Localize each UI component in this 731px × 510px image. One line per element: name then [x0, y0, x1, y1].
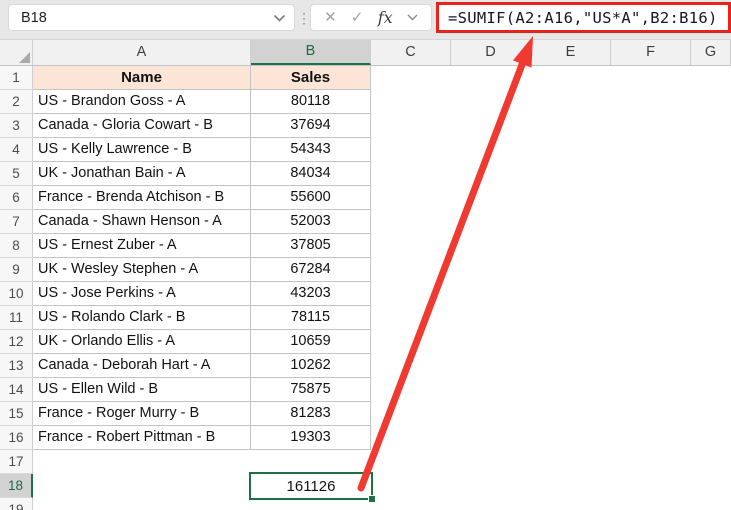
cell-B1-sales-header[interactable]: Sales [251, 66, 371, 90]
table-row: US - Rolando Clark - B 78115 [33, 306, 371, 330]
formula-bar-handle-icon[interactable]: ⋮ [297, 9, 311, 29]
fill-handle[interactable] [368, 495, 376, 503]
cell-B11[interactable]: 78115 [251, 306, 371, 330]
column-header-A[interactable]: A [33, 40, 251, 65]
row-header-9[interactable]: 9 [0, 258, 33, 282]
column-header-row: ABCDEFG [0, 40, 731, 66]
table-row: France - Brenda Atchison - B 55600 [33, 186, 371, 210]
formula-input[interactable]: =SUMIF(A2:A16,"US*A",B2:B16) [436, 2, 731, 33]
enter-icon[interactable]: ✓ [351, 10, 364, 25]
row-header-12[interactable]: 12 [0, 330, 33, 354]
cell-A6[interactable]: France - Brenda Atchison - B [33, 186, 251, 210]
cell-A9[interactable]: UK - Wesley Stephen - A [33, 258, 251, 282]
cell-B16[interactable]: 19303 [251, 426, 371, 450]
column-header-E[interactable]: E [531, 40, 611, 65]
cell-B7[interactable]: 52003 [251, 210, 371, 234]
data-table: Name Sales US - Brandon Goss - A 80118 Canad… [33, 66, 371, 450]
cell-B2[interactable]: 80118 [251, 90, 371, 114]
table-row: Canada - Gloria Cowart - B 37694 [33, 114, 371, 138]
name-box-value: B18 [21, 9, 47, 26]
cell-A2[interactable]: US - Brandon Goss - A [33, 90, 251, 114]
column-header-F[interactable]: F [611, 40, 691, 65]
name-box[interactable]: B18 [8, 4, 295, 31]
cell-B15[interactable]: 81283 [251, 402, 371, 426]
row-header-6[interactable]: 6 [0, 186, 33, 210]
cell-A11[interactable]: US - Rolando Clark - B [33, 306, 251, 330]
cell-A13[interactable]: Canada - Deborah Hart - A [33, 354, 251, 378]
select-all-triangle-icon [19, 52, 30, 63]
column-header-B[interactable]: B [251, 40, 371, 65]
column-header-G[interactable]: G [691, 40, 731, 65]
row-header-19[interactable]: 19 [0, 498, 33, 510]
formula-bar-strip: B18 ⋮ ✕ ✓ fx =SUMIF(A2:A16,"US*A",B2:B16… [0, 0, 731, 40]
cell-B12[interactable]: 10659 [251, 330, 371, 354]
table-row: US - Jose Perkins - A 43203 [33, 282, 371, 306]
column-header-C[interactable]: C [371, 40, 451, 65]
table-row: France - Robert Pittman - B 19303 [33, 426, 371, 450]
row-header-15[interactable]: 15 [0, 402, 33, 426]
formula-text: =SUMIF(A2:A16,"US*A",B2:B16) [448, 8, 718, 27]
cell-A12[interactable]: UK - Orlando Ellis - A [33, 330, 251, 354]
row-header-17[interactable]: 17 [0, 450, 33, 474]
cell-A1-name-header[interactable]: Name [33, 66, 251, 90]
cell-B13[interactable]: 10262 [251, 354, 371, 378]
table-row: France - Roger Murry - B 81283 [33, 402, 371, 426]
cell-A8[interactable]: US - Ernest Zuber - A [33, 234, 251, 258]
table-row: Name Sales [33, 66, 371, 90]
formula-bar-buttons: ✕ ✓ fx [310, 4, 432, 31]
row-header-18[interactable]: 18 [0, 474, 33, 498]
row-header-10[interactable]: 10 [0, 282, 33, 306]
selected-cell-value: 161126 [286, 477, 336, 495]
selected-cell-B18[interactable]: 161126 [249, 472, 376, 503]
cell-A3[interactable]: Canada - Gloria Cowart - B [33, 114, 251, 138]
cell-A4[interactable]: US - Kelly Lawrence - B [33, 138, 251, 162]
cell-A14[interactable]: US - Ellen Wild - B [33, 378, 251, 402]
table-row: Canada - Deborah Hart - A 10262 [33, 354, 371, 378]
cell-B5[interactable]: 84034 [251, 162, 371, 186]
table-row: UK - Wesley Stephen - A 67284 [33, 258, 371, 282]
column-header-D[interactable]: D [451, 40, 531, 65]
excel-window: B18 ⋮ ✕ ✓ fx =SUMIF(A2:A16,"US*A",B2:B16… [0, 0, 731, 510]
row-header-16[interactable]: 16 [0, 426, 33, 450]
row-header-4[interactable]: 4 [0, 138, 33, 162]
table-row: US - Ernest Zuber - A 37805 [33, 234, 371, 258]
row-header-1[interactable]: 1 [0, 66, 33, 90]
table-row: US - Kelly Lawrence - B 54343 [33, 138, 371, 162]
table-row: UK - Jonathan Bain - A 84034 [33, 162, 371, 186]
row-header-2[interactable]: 2 [0, 90, 33, 114]
row-header-11[interactable]: 11 [0, 306, 33, 330]
cell-A5[interactable]: UK - Jonathan Bain - A [33, 162, 251, 186]
cell-B8[interactable]: 37805 [251, 234, 371, 258]
name-box-dropdown-icon[interactable] [273, 14, 286, 22]
row-header-8[interactable]: 8 [0, 234, 33, 258]
cancel-icon[interactable]: ✕ [324, 10, 337, 25]
cell-A7[interactable]: Canada - Shawn Henson - A [33, 210, 251, 234]
table-row: UK - Orlando Ellis - A 10659 [33, 330, 371, 354]
select-all-button[interactable] [0, 40, 33, 65]
spreadsheet-grid: A B C D E F G 1 2 3 4 5 6 7 8 9 10 11 12 13 14 15 16 17 18 19 Name… [0, 40, 731, 510]
table-row: US - Brandon Goss - A 80118 [33, 90, 371, 114]
row-header-column: 1 2 3 4 5 6 7 8 9 10 11 12 13 14 15 16 17 18 19 [0, 66, 33, 510]
row-header-5[interactable]: 5 [0, 162, 33, 186]
cell-A15[interactable]: France - Roger Murry - B [33, 402, 251, 426]
cell-B9[interactable]: 67284 [251, 258, 371, 282]
row-header-3[interactable]: 3 [0, 114, 33, 138]
insert-function-icon[interactable]: fx [378, 8, 393, 27]
cell-B14[interactable]: 75875 [251, 378, 371, 402]
cell-B4[interactable]: 54343 [251, 138, 371, 162]
row-header-7[interactable]: 7 [0, 210, 33, 234]
cell-A16[interactable]: France - Robert Pittman - B [33, 426, 251, 450]
cell-B6[interactable]: 55600 [251, 186, 371, 210]
table-row: US - Ellen Wild - B 75875 [33, 378, 371, 402]
table-row: Canada - Shawn Henson - A 52003 [33, 210, 371, 234]
row-header-13[interactable]: 13 [0, 354, 33, 378]
cell-A10[interactable]: US - Jose Perkins - A [33, 282, 251, 306]
cell-B10[interactable]: 43203 [251, 282, 371, 306]
row-header-14[interactable]: 14 [0, 378, 33, 402]
function-dropdown-icon[interactable] [407, 14, 418, 21]
cell-B3[interactable]: 37694 [251, 114, 371, 138]
